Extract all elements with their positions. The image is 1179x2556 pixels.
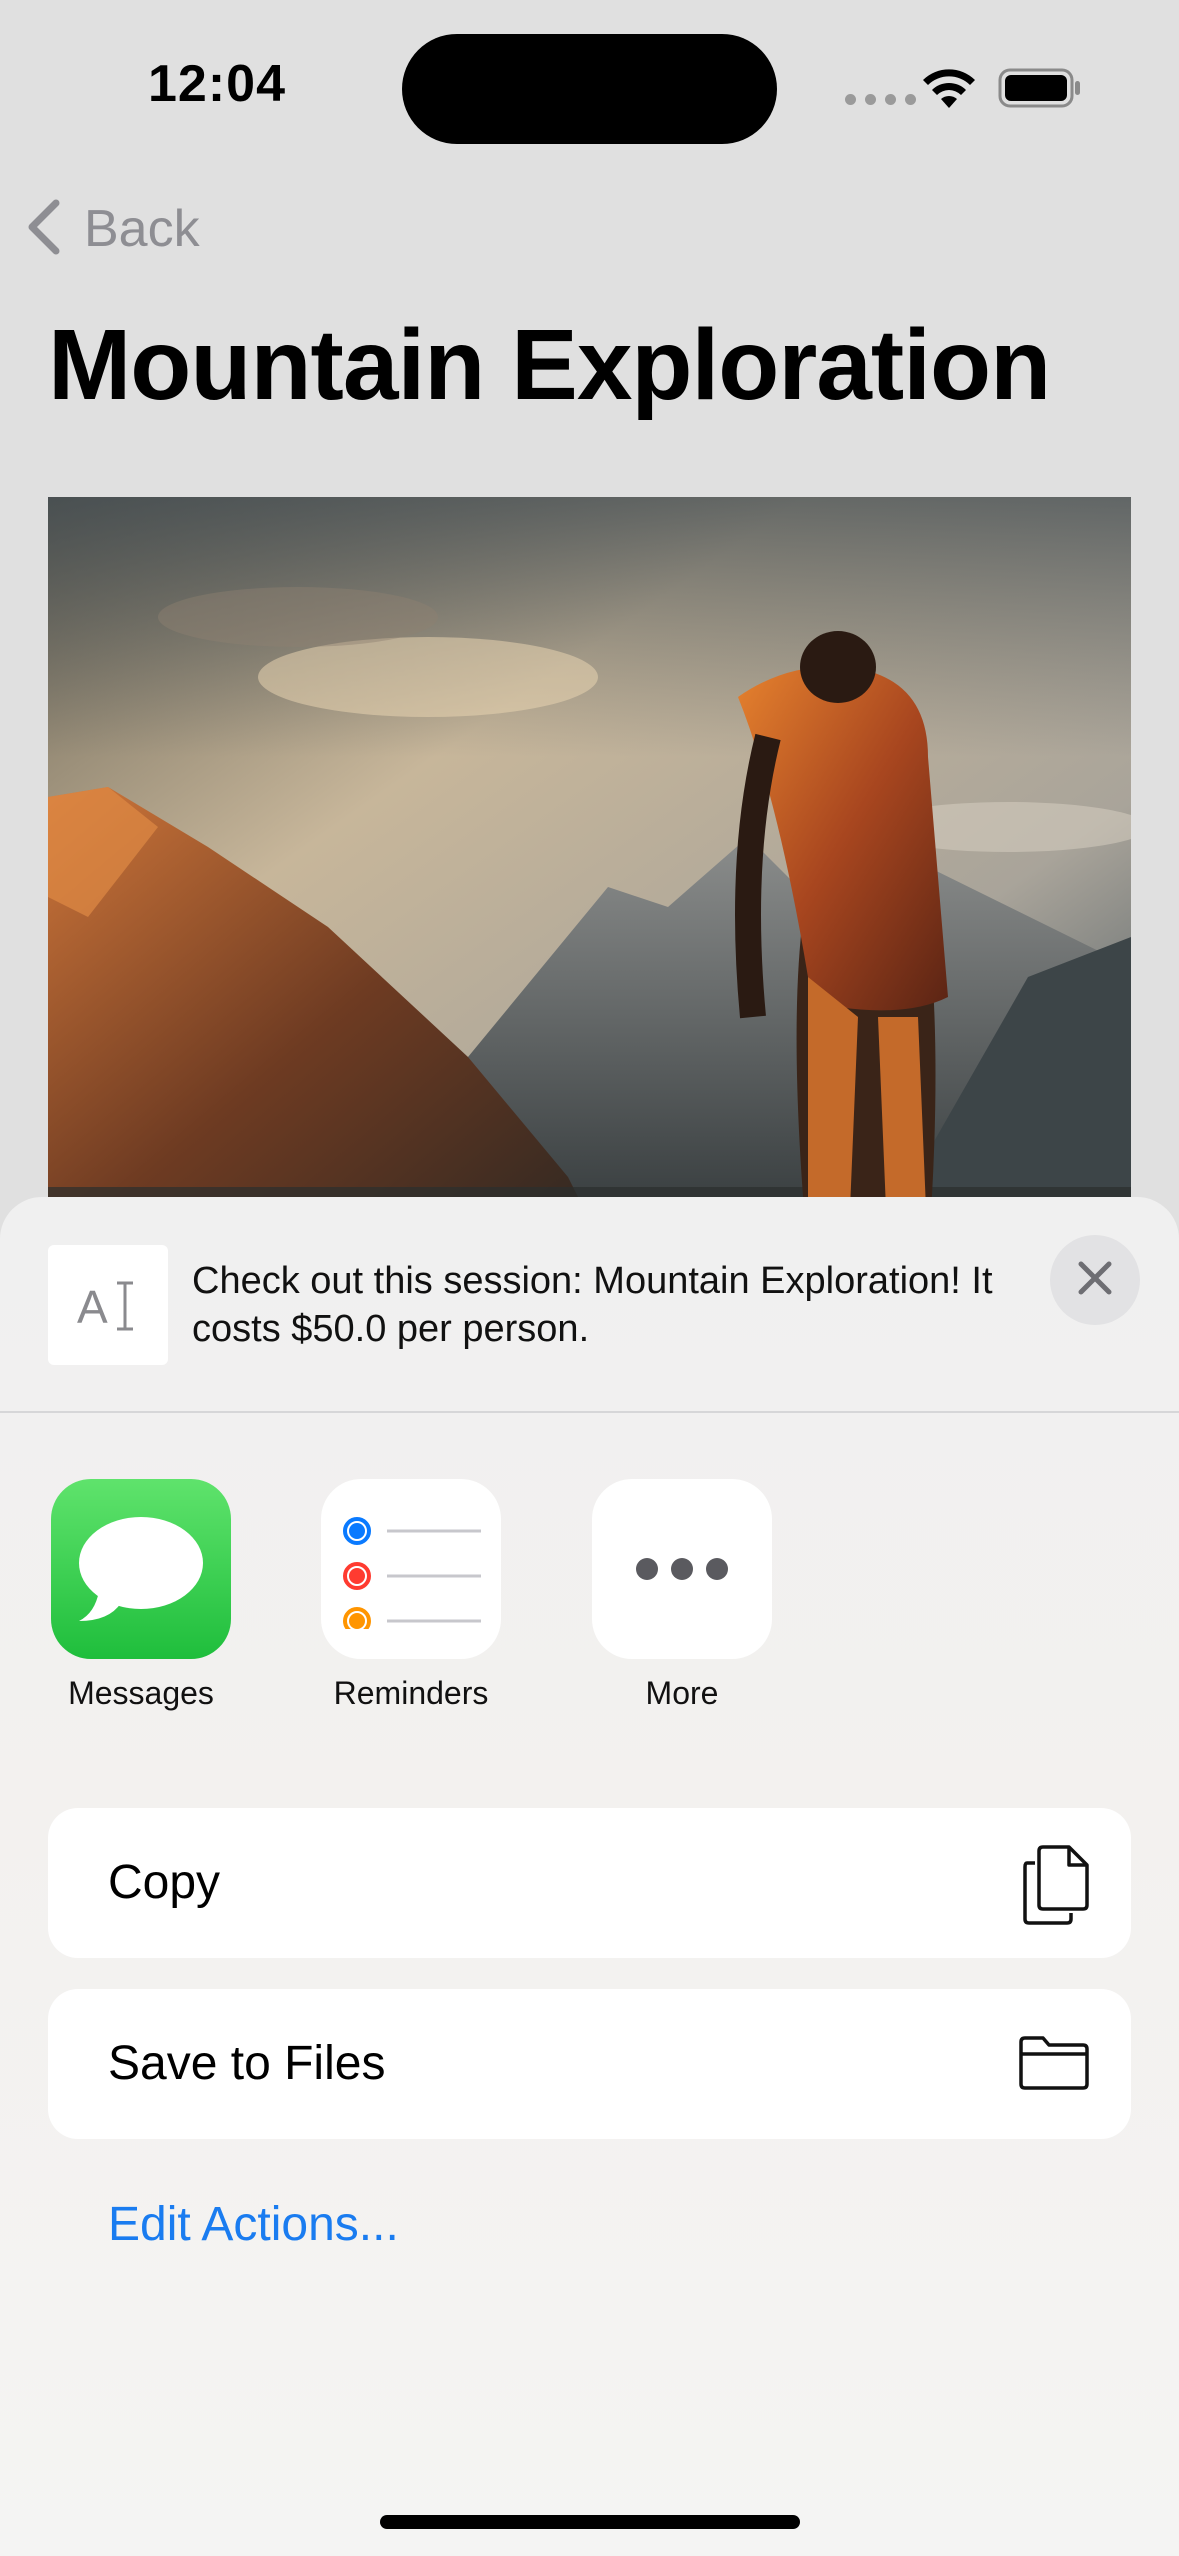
share-app-more[interactable]: More xyxy=(577,1479,787,1712)
save-to-files-button[interactable]: Save to Files xyxy=(48,1989,1131,2139)
app-label: Messages xyxy=(68,1675,214,1711)
copy-icon xyxy=(1021,1843,1091,1930)
share-app-row: Messages Reminders More xyxy=(0,1479,1179,1739)
more-icon xyxy=(592,1479,772,1659)
back-label: Back xyxy=(84,200,200,258)
share-preview-text: Check out this session: Mountain Explora… xyxy=(192,1260,993,1350)
app-label: Reminders xyxy=(333,1675,489,1711)
action-label: Copy xyxy=(108,1856,221,1909)
share-app-messages[interactable]: Messages xyxy=(36,1479,246,1712)
sheet-divider xyxy=(0,1411,1179,1413)
back-button[interactable]: Back xyxy=(24,194,200,264)
status-time: 12:04 xyxy=(148,55,286,113)
share-header: A Check out this session: Mountain Explo… xyxy=(0,1197,1179,1411)
reminders-icon xyxy=(321,1479,501,1659)
app-label: More xyxy=(645,1675,719,1711)
close-button[interactable] xyxy=(1050,1235,1140,1325)
folder-icon xyxy=(1017,2034,1091,2097)
dynamic-island xyxy=(402,34,777,144)
hero-image xyxy=(48,497,1131,1257)
page-title: Mountain Exploration xyxy=(48,309,1051,421)
home-indicator[interactable] xyxy=(380,2515,800,2529)
battery-icon xyxy=(998,66,1082,115)
status-bar: 12:04 xyxy=(0,0,1179,170)
messages-icon xyxy=(51,1479,231,1659)
action-label: Save to Files xyxy=(108,2037,386,2090)
share-app-reminders[interactable]: Reminders xyxy=(306,1479,516,1712)
wifi-icon xyxy=(920,66,978,115)
chevron-left-icon xyxy=(24,197,64,262)
share-sheet: A Check out this session: Mountain Explo… xyxy=(0,1197,1179,2556)
edit-actions-link[interactable]: Edit Actions... xyxy=(108,2197,399,2252)
copy-action-button[interactable]: Copy xyxy=(48,1808,1131,1958)
text-document-icon: A xyxy=(48,1245,168,1365)
svg-text:A: A xyxy=(77,1281,108,1333)
close-icon xyxy=(1076,1259,1114,1302)
signal-dots-icon xyxy=(845,94,916,105)
